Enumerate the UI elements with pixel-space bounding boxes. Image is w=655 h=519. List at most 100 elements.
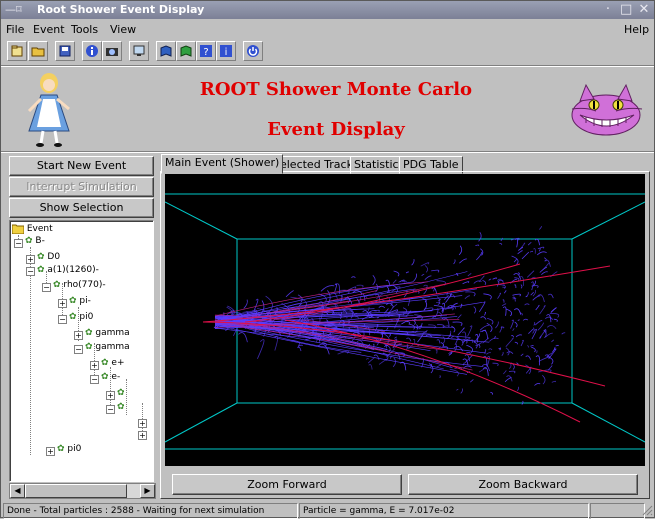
expand-toggle-icon[interactable]: + — [74, 331, 83, 340]
collapse-toggle-icon[interactable]: − — [106, 405, 115, 414]
tree-node-d0[interactable]: ✿ D0 — [37, 251, 60, 263]
collapse-toggle-icon[interactable]: − — [90, 375, 99, 384]
zoom-forward-button[interactable]: Zoom Forward — [172, 474, 402, 495]
shower-curl — [392, 279, 397, 284]
collapse-toggle-icon[interactable]: − — [74, 345, 83, 354]
help-question-icon[interactable]: ? — [196, 41, 216, 61]
book-icon[interactable] — [156, 41, 176, 61]
shower-curl — [386, 286, 390, 293]
show-selection-button[interactable]: Show Selection — [9, 198, 154, 218]
shower-view[interactable] — [164, 174, 646, 466]
new-file-icon[interactable] — [7, 41, 27, 61]
expand-toggle-icon[interactable]: + — [138, 431, 147, 440]
shower-curl — [476, 251, 483, 261]
about-info-icon[interactable]: i — [216, 41, 236, 61]
shower-curl — [533, 321, 536, 326]
close-icon[interactable]: ✕ — [638, 2, 650, 17]
shower-curl — [435, 349, 438, 354]
tree-horizontal-scrollbar[interactable]: ◀ ▶ — [9, 483, 156, 499]
scroll-left-icon[interactable]: ◀ — [10, 484, 25, 498]
shower-curl — [530, 345, 534, 347]
shower-curl — [537, 322, 545, 331]
tree-node-pi0-2[interactable]: ✿ pi0 — [57, 443, 81, 455]
collapse-toggle-icon[interactable]: − — [42, 283, 51, 292]
expand-toggle-icon[interactable]: + — [90, 361, 99, 370]
shower-curl — [551, 380, 556, 383]
tab-main-event[interactable]: Main Event (Shower) — [161, 154, 284, 174]
tree-node-rho[interactable]: ✿ rho(770)- — [53, 279, 106, 291]
tree-node-pi-minus[interactable]: ✿ pi- — [69, 295, 91, 307]
shower-curl — [534, 319, 543, 326]
shower-curl — [539, 305, 546, 315]
tree-node-label: gamma — [95, 342, 130, 352]
resize-grip-icon[interactable] — [641, 504, 653, 516]
shower-curl — [484, 311, 486, 316]
shower-curl — [503, 370, 507, 375]
event-display-canvas[interactable] — [164, 174, 646, 466]
shower-curl — [511, 335, 514, 338]
shower-curl — [467, 273, 472, 277]
shower-curl — [505, 337, 514, 347]
collapse-toggle-icon[interactable]: − — [58, 315, 67, 324]
menu-tools[interactable]: Tools — [71, 23, 98, 36]
camera-icon[interactable] — [102, 41, 122, 61]
scroll-right-icon[interactable]: ▶ — [140, 484, 155, 498]
open-folder-icon[interactable] — [28, 41, 48, 61]
collapse-toggle-icon[interactable]: − — [26, 267, 35, 276]
title-bar[interactable]: —⌑ Root Shower Event Display · □ ✕ — [1, 1, 654, 19]
shower-tracks — [213, 226, 566, 405]
shower-curl — [538, 371, 541, 373]
shower-curl — [555, 344, 559, 347]
tree-node-event[interactable]: Event — [11, 223, 53, 235]
interrupt-simulation-button[interactable]: Interrupt Simulation — [9, 177, 154, 197]
event-tree[interactable]: Event − ✿ B- + ✿ D0 − ✿ a(1)(1260)- − ✿ … — [9, 220, 154, 482]
svg-text:i: i — [225, 47, 228, 58]
shower-curl — [529, 250, 534, 253]
tree-node-pi0[interactable]: ✿ pi0 — [69, 311, 93, 323]
window-menu-icon[interactable]: —⌑ — [5, 3, 22, 16]
tree-node-gamma-1[interactable]: ✿ gamma — [85, 327, 130, 339]
tree-node-gamma-2[interactable]: ✿ gamma — [85, 341, 130, 353]
tree-node-child-1[interactable]: ✿ — [117, 387, 125, 399]
collapse-toggle-icon[interactable]: − — [14, 239, 23, 248]
expand-toggle-icon[interactable]: + — [46, 447, 55, 456]
shower-curl — [499, 242, 503, 246]
power-icon[interactable] — [243, 41, 263, 61]
expand-toggle-icon[interactable]: + — [58, 299, 67, 308]
expand-toggle-icon[interactable]: + — [138, 419, 147, 428]
menu-event[interactable]: Event — [33, 23, 65, 36]
expand-toggle-icon[interactable]: + — [106, 391, 115, 400]
green-book-icon[interactable] — [176, 41, 196, 61]
maximize-icon[interactable]: □ — [620, 2, 632, 17]
shower-curl — [513, 258, 518, 263]
save-icon[interactable] — [55, 41, 75, 61]
shower-curl — [457, 327, 465, 336]
shower-curl — [394, 336, 397, 339]
shower-curl — [525, 295, 528, 298]
shower-curl — [479, 325, 489, 331]
shower-curl — [492, 362, 499, 367]
menu-help[interactable]: Help — [624, 23, 649, 36]
scroll-thumb[interactable] — [25, 484, 127, 498]
tree-node-e-plus[interactable]: ✿ e+ — [101, 357, 125, 369]
shower-curl — [490, 391, 494, 395]
menu-file[interactable]: File — [6, 23, 24, 36]
shower-curl — [526, 270, 535, 278]
monitor-icon[interactable] — [129, 41, 149, 61]
start-new-event-button[interactable]: Start New Event — [9, 156, 154, 176]
tree-node-b-minus[interactable]: ✿ B- — [25, 235, 45, 247]
minimize-icon[interactable]: · — [602, 2, 614, 17]
tree-node-a1[interactable]: ✿ a(1)(1260)- — [37, 264, 99, 276]
shower-curl — [534, 383, 541, 386]
tree-node-label: e- — [111, 372, 121, 382]
shower-curl — [524, 303, 530, 306]
info-icon[interactable] — [82, 41, 102, 61]
shower-curl — [501, 351, 504, 356]
tree-node-child-2[interactable]: ✿ — [117, 401, 125, 413]
zoom-backward-button[interactable]: Zoom Backward — [408, 474, 638, 495]
tree-node-e-minus[interactable]: ✿ e- — [101, 371, 120, 383]
shower-curl — [492, 277, 497, 280]
expand-toggle-icon[interactable]: + — [26, 255, 35, 264]
menu-view[interactable]: View — [110, 23, 136, 36]
shower-curl — [481, 330, 489, 339]
